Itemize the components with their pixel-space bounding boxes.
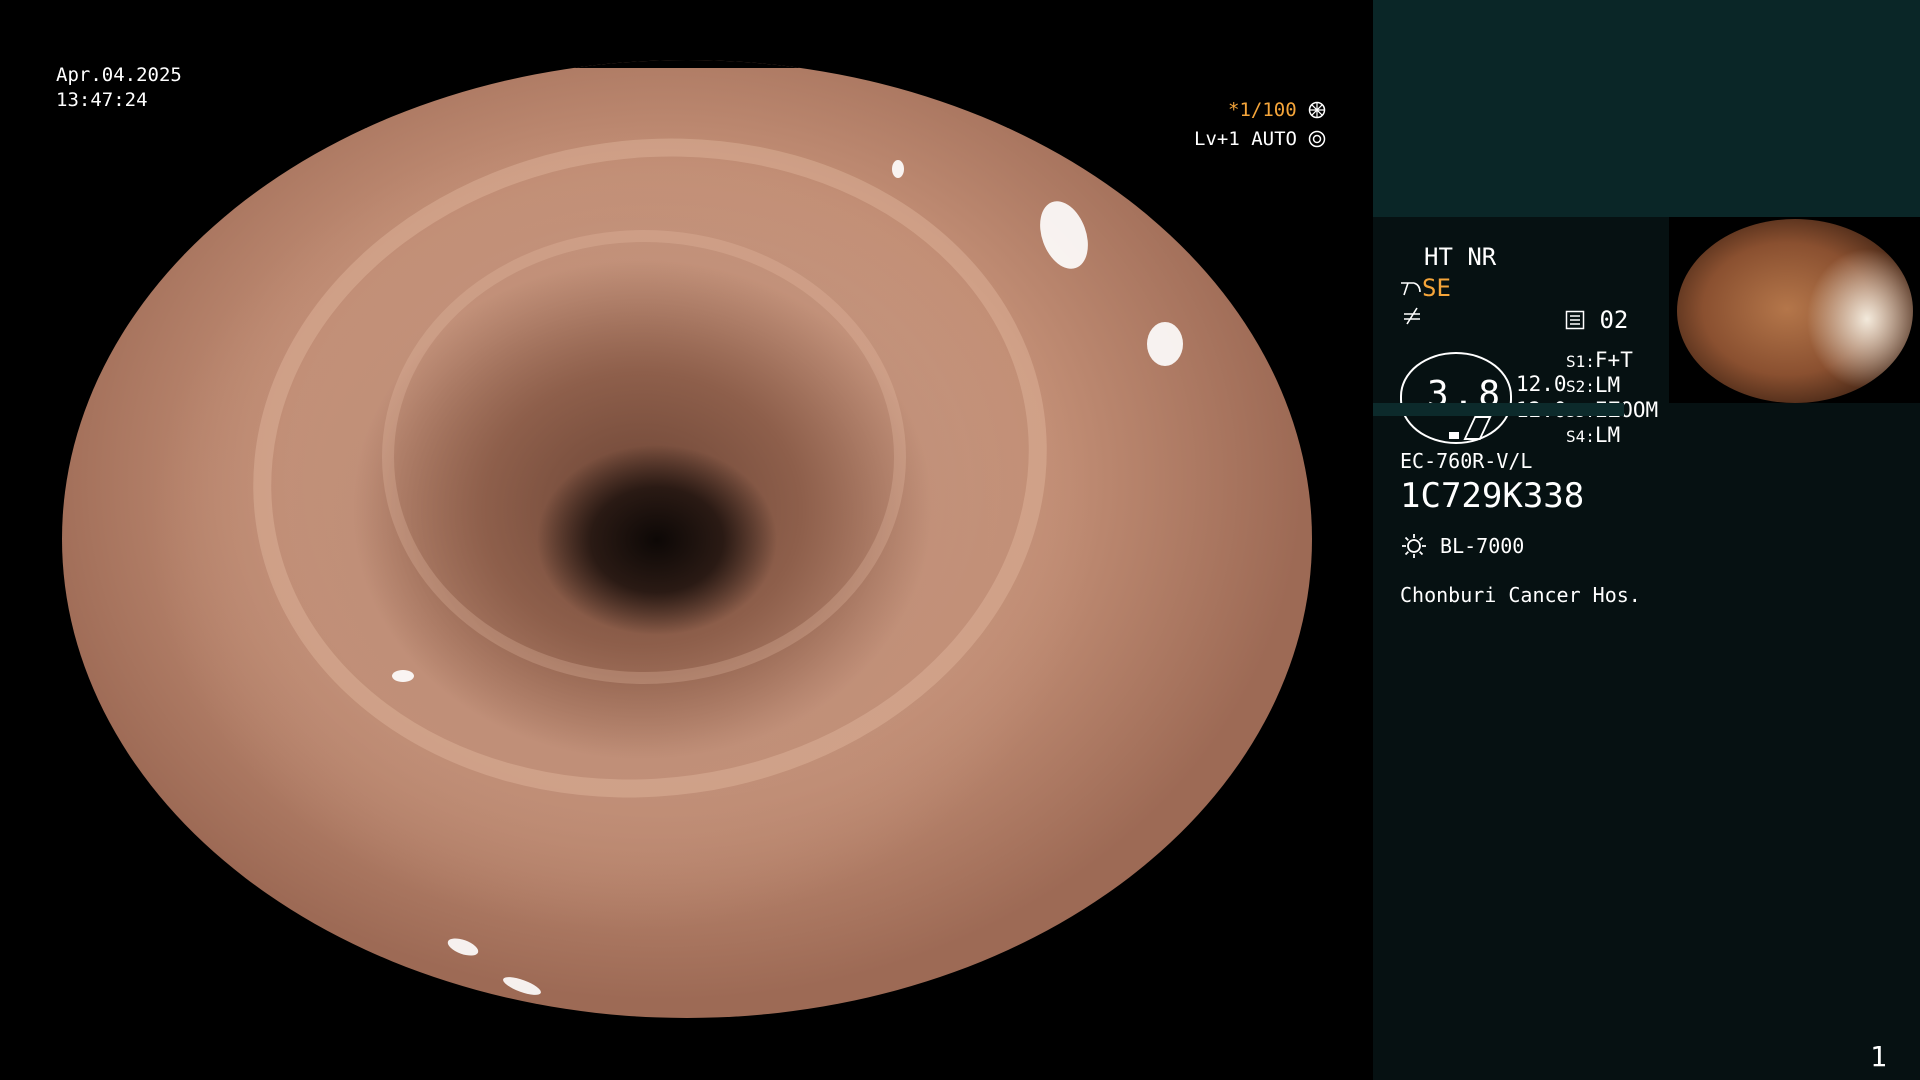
hospital-name: Chonburi Cancer Hos. — [1400, 583, 1641, 607]
panel-header-area — [1373, 0, 1920, 217]
ht-nr-label: HT NR — [1424, 243, 1497, 271]
shutter-readout: *1/100 — [1228, 98, 1326, 123]
switch-value: LM — [1594, 423, 1621, 447]
shutter-label: *1/100 — [1228, 99, 1297, 121]
switch-row-s4: S4:LM — [1566, 423, 1621, 447]
setting-number: 02 — [1599, 306, 1629, 334]
light-source-row: BL-7000 — [1400, 532, 1524, 560]
light-reflection — [501, 973, 543, 999]
light-reflection — [892, 160, 904, 178]
light-reflection — [445, 934, 481, 960]
time-label: 13:47:24 — [56, 89, 148, 111]
page-number: 1 — [1870, 1040, 1887, 1073]
serial-number: 1C729K338 — [1400, 476, 1585, 516]
se-row: SE — [1400, 274, 1451, 302]
mucosa-fold — [382, 230, 906, 684]
switch-row-s1: S1:F+T — [1566, 348, 1633, 372]
switch-key: S2 — [1566, 377, 1586, 396]
aperture-icon — [1308, 101, 1326, 119]
sun-icon — [1402, 534, 1426, 558]
switch-value: LM — [1594, 373, 1621, 397]
gauge-marker — [1449, 432, 1459, 439]
thumbnail-caption-bar — [1373, 403, 1624, 416]
iris-readout: Lv+1 AUTO — [1194, 127, 1326, 152]
reference-thumbnail[interactable] — [1669, 217, 1920, 403]
endoscope-image — [62, 60, 1312, 1018]
scope-icon — [1401, 282, 1421, 296]
switch-key: S1 — [1566, 352, 1586, 371]
light-reflection — [1031, 194, 1097, 276]
light-reflection — [392, 670, 414, 682]
switch-value: F+T — [1594, 348, 1633, 372]
iris-icon — [1309, 130, 1326, 148]
info-panel: HT NR SE 02 3.8 12.0 12.0 S1:F+T S2:LM S… — [1373, 0, 1920, 1080]
freeze-icon — [1402, 306, 1422, 330]
switch-key: S4 — [1566, 427, 1586, 446]
se-label: SE — [1422, 274, 1451, 302]
scope-model-label: EC-760R-V/L — [1400, 449, 1533, 473]
switch-row-s2: S2:LM — [1566, 373, 1621, 397]
value-1: 12.0 — [1516, 372, 1567, 396]
endoscope-view-area: Apr.04.2025 13:47:24 *1/100 Lv+1 AUTO — [0, 0, 1373, 1080]
date-label: Apr.04.2025 — [56, 64, 182, 86]
light-source-label: BL-7000 — [1440, 534, 1525, 558]
memo-icon — [1565, 310, 1585, 330]
light-reflection — [1147, 322, 1183, 366]
iris-label: Lv+1 AUTO — [1194, 128, 1297, 150]
thumbnail-image — [1677, 219, 1913, 403]
memo-row: 02 — [1565, 306, 1628, 334]
